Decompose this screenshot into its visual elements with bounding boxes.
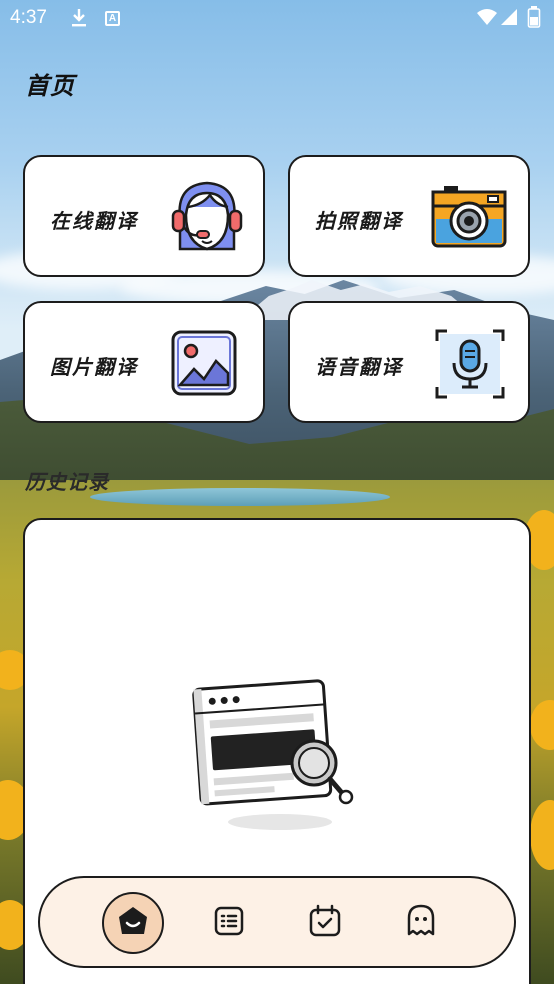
battery-icon <box>527 6 541 32</box>
microphone-icon <box>435 329 505 403</box>
list-icon <box>213 905 245 941</box>
signal-icon <box>500 8 518 30</box>
feature-card-photo-translate[interactable]: 拍照翻译 <box>288 155 530 277</box>
card-label: 语音翻译 <box>315 355 403 379</box>
feature-card-voice-translate[interactable]: 语音翻译 <box>288 301 530 423</box>
browser-search-icon <box>190 665 370 839</box>
status-bar: 4:37 A <box>0 0 554 38</box>
card-label: 拍照翻译 <box>315 209 403 233</box>
image-icon <box>170 329 238 401</box>
support-agent-icon <box>170 179 244 259</box>
status-time: 4:37 <box>10 7 47 28</box>
card-label: 图片翻译 <box>50 355 138 379</box>
download-icon <box>70 8 88 32</box>
ghost-icon <box>405 904 437 942</box>
home-icon <box>116 904 150 942</box>
feature-card-image-translate[interactable]: 图片翻译 <box>23 301 265 423</box>
tab-home[interactable] <box>102 892 164 954</box>
card-label: 在线翻译 <box>50 209 138 233</box>
feature-card-online-translate[interactable]: 在线翻译 <box>23 155 265 277</box>
tab-ghost[interactable] <box>390 892 452 954</box>
tab-calendar[interactable] <box>294 892 356 954</box>
a-badge-icon: A <box>105 11 120 26</box>
history-section-title: 历史记录 <box>25 470 109 494</box>
wifi-icon <box>476 8 498 30</box>
page-title: 首页 <box>25 72 75 100</box>
camera-icon <box>430 183 508 253</box>
lake <box>90 488 390 506</box>
bottom-tab-bar <box>38 876 516 968</box>
tab-list[interactable] <box>198 892 260 954</box>
calendar-check-icon <box>308 904 342 942</box>
